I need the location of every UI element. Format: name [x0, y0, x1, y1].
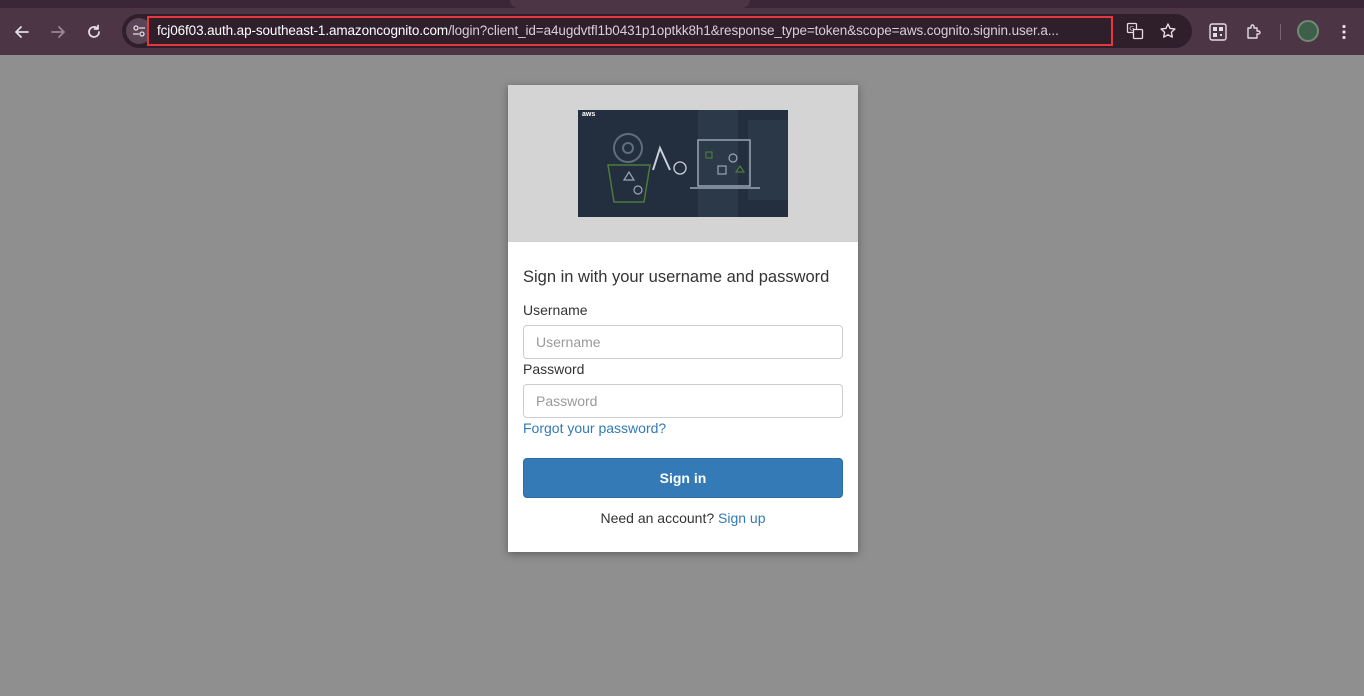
svg-text:G: G: [1129, 25, 1134, 33]
translate-button[interactable]: G: [1125, 21, 1145, 41]
bookmark-star-icon: [1160, 23, 1176, 38]
password-input[interactable]: [523, 384, 843, 418]
forgot-password-link[interactable]: Forgot your password?: [523, 420, 666, 436]
sign-in-button[interactable]: Sign in: [523, 458, 843, 498]
omnibox[interactable]: fcj06f03.auth.ap-southeast-1.amazoncogni…: [122, 14, 1192, 48]
aws-banner-image: aws: [578, 110, 788, 217]
bookmark-button[interactable]: [1158, 21, 1178, 41]
reload-button[interactable]: [80, 18, 108, 46]
reload-icon: [88, 24, 100, 38]
back-icon: [15, 26, 29, 38]
banner-illustration: [578, 110, 788, 217]
page-title: Sign in with your username and password: [523, 268, 830, 286]
qr-code-icon: [1209, 23, 1227, 41]
tab-strip: [0, 0, 1364, 8]
browser-toolbar: fcj06f03.auth.ap-southeast-1.amazoncogni…: [0, 8, 1364, 55]
menu-icon: [1342, 24, 1346, 40]
site-info-icon: [133, 25, 145, 37]
profile-avatar[interactable]: [1297, 20, 1319, 42]
url-path: /login?client_id=a4ugdvtfl1b0431p1optkk8…: [448, 23, 1059, 38]
sign-up-link[interactable]: Sign up: [718, 510, 765, 526]
qr-code-button[interactable]: [1206, 20, 1230, 44]
password-label: Password: [523, 361, 585, 377]
back-button[interactable]: [8, 18, 36, 46]
login-card: aws Sign in with your username and passw…: [508, 85, 858, 552]
browser-menu-button[interactable]: [1332, 20, 1356, 44]
url-text[interactable]: fcj06f03.auth.ap-southeast-1.amazoncogni…: [157, 23, 1105, 38]
url-host: fcj06f03.auth.ap-southeast-1.amazoncogni…: [157, 23, 449, 38]
extensions-icon: [1247, 24, 1261, 39]
signup-prompt-text: Need an account?: [600, 510, 715, 526]
toolbar-divider: [1280, 24, 1281, 40]
banner-area: aws: [508, 85, 858, 242]
username-label: Username: [523, 302, 588, 318]
username-input[interactable]: [523, 325, 843, 359]
url-field-highlight[interactable]: fcj06f03.auth.ap-southeast-1.amazoncogni…: [147, 16, 1113, 46]
extensions-button[interactable]: [1242, 20, 1266, 44]
active-tab[interactable]: [510, 0, 750, 8]
translate-icon: G: [1126, 22, 1144, 40]
forward-button[interactable]: [44, 18, 72, 46]
forward-icon: [51, 26, 65, 38]
aws-logo: aws: [582, 111, 596, 118]
signup-prompt-line: Need an account? Sign up: [523, 510, 843, 526]
